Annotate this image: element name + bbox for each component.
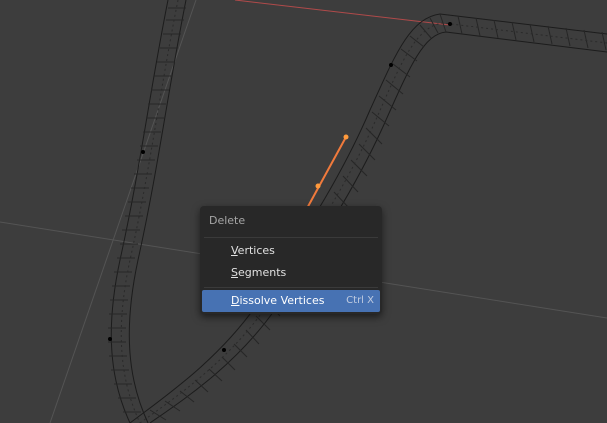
menu-item-label: Dissolve Vertices xyxy=(231,294,325,307)
control-vertex[interactable] xyxy=(222,348,226,352)
selected-vertex[interactable] xyxy=(343,134,349,140)
3d-viewport[interactable]: Delete Vertices Segments Dissolve Vertic… xyxy=(0,0,607,423)
menu-item-dissolve-vertices[interactable]: Dissolve Vertices Ctrl X xyxy=(202,290,380,312)
selected-vertex[interactable] xyxy=(315,183,321,189)
control-vertex[interactable] xyxy=(108,337,112,341)
x-axis-line xyxy=(234,0,451,26)
curve-mesh-left xyxy=(108,0,187,423)
menu-item-segments[interactable]: Segments xyxy=(202,262,380,284)
menu-separator xyxy=(204,287,378,288)
control-vertex[interactable] xyxy=(141,150,145,154)
shortcut-hint: Ctrl X xyxy=(346,295,374,306)
menu-item-label: Vertices xyxy=(231,244,275,257)
menu-title: Delete xyxy=(209,214,246,227)
menu-item-label: Segments xyxy=(231,266,287,279)
control-vertex[interactable] xyxy=(389,63,393,67)
menu-item-vertices[interactable]: Vertices xyxy=(202,240,380,262)
menu-separator xyxy=(204,237,378,238)
delete-context-menu: Delete Vertices Segments Dissolve Vertic… xyxy=(200,206,382,314)
control-vertex[interactable] xyxy=(448,22,452,26)
selected-segment[interactable] xyxy=(304,136,347,213)
